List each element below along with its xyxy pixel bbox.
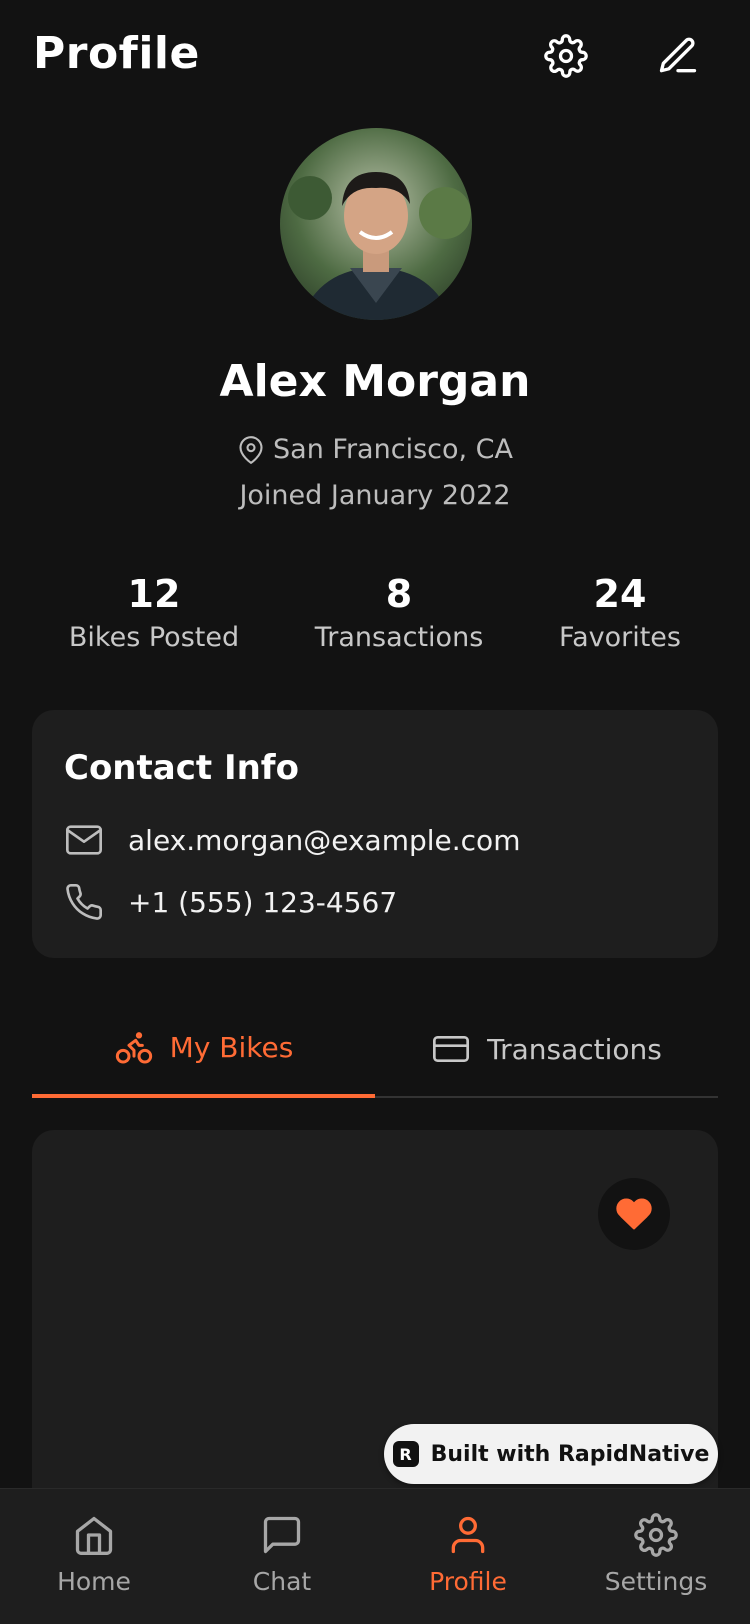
card-icon [433,1036,470,1062]
tab-transactions[interactable]: Transactions [375,1000,718,1098]
bike-icon [115,1032,152,1064]
joined-date: Joined January 2022 [239,480,511,511]
nav-profile[interactable]: Profile [374,1489,562,1624]
nav-label: Profile [429,1567,507,1596]
stat-value: 24 [593,572,647,616]
pencil-icon [659,37,697,73]
profile-tabs: My Bikes Transactions [32,1000,718,1098]
map-pin-icon [239,435,263,464]
nav-label: Settings [604,1567,708,1596]
stat-value: 8 [385,572,413,616]
page-title: Profile [33,28,200,79]
chat-icon [263,1516,301,1554]
built-with-badge[interactable]: R Built with RapidNative [384,1424,718,1484]
nav-settings[interactable]: Settings [562,1489,750,1624]
stat-label: Transactions [314,622,484,653]
contact-info-card: Contact Info alex.morgan@example.com +1 … [32,710,718,958]
nav-label: Home [57,1567,131,1596]
email-text: alex.morgan@example.com [128,823,521,857]
rapidnative-logo-icon: R [392,1441,419,1467]
avatar-image [280,128,472,320]
phone-icon [66,884,103,920]
bottom-nav: Home Chat Profile Settings [0,1488,750,1624]
nav-chat[interactable]: Chat [188,1489,376,1624]
stats-row: 12 Bikes Posted 8 Transactions 24 Favori… [0,570,750,670]
avatar[interactable] [280,128,472,320]
stat-transactions[interactable]: 8 Transactions [279,570,519,653]
stat-label: Favorites [559,622,681,653]
stat-bikes-posted[interactable]: 12 Bikes Posted [34,570,274,653]
nav-home[interactable]: Home [0,1489,188,1624]
heart-icon [616,1198,652,1230]
nav-label: Chat [252,1567,312,1596]
gear-icon [544,34,588,78]
location: San Francisco, CA [0,434,750,465]
badge-label: Built with RapidNative [430,1441,710,1467]
tab-my-bikes[interactable]: My Bikes [32,1000,375,1098]
settings-button[interactable] [540,30,592,82]
location-text: San Francisco, CA [273,434,513,465]
tab-label: My Bikes [169,1030,294,1064]
user-icon [451,1516,485,1554]
email-row[interactable]: alex.morgan@example.com [64,820,520,860]
tab-label: Transactions [487,1032,662,1066]
header: Profile [0,0,750,115]
stat-label: Bikes Posted [68,622,240,653]
home-icon [75,1516,113,1555]
stat-favorites[interactable]: 24 Favorites [500,570,740,653]
phone-text: +1 (555) 123-4567 [128,885,398,919]
favorite-button[interactable] [598,1178,670,1250]
gear-icon [634,1513,678,1557]
edit-profile-button[interactable] [652,30,704,82]
phone-row[interactable]: +1 (555) 123-4567 [64,882,397,922]
mail-icon [66,825,102,855]
profile-name: Alex Morgan [219,356,531,407]
contact-info-title: Contact Info [64,748,299,788]
stat-value: 12 [127,572,181,616]
